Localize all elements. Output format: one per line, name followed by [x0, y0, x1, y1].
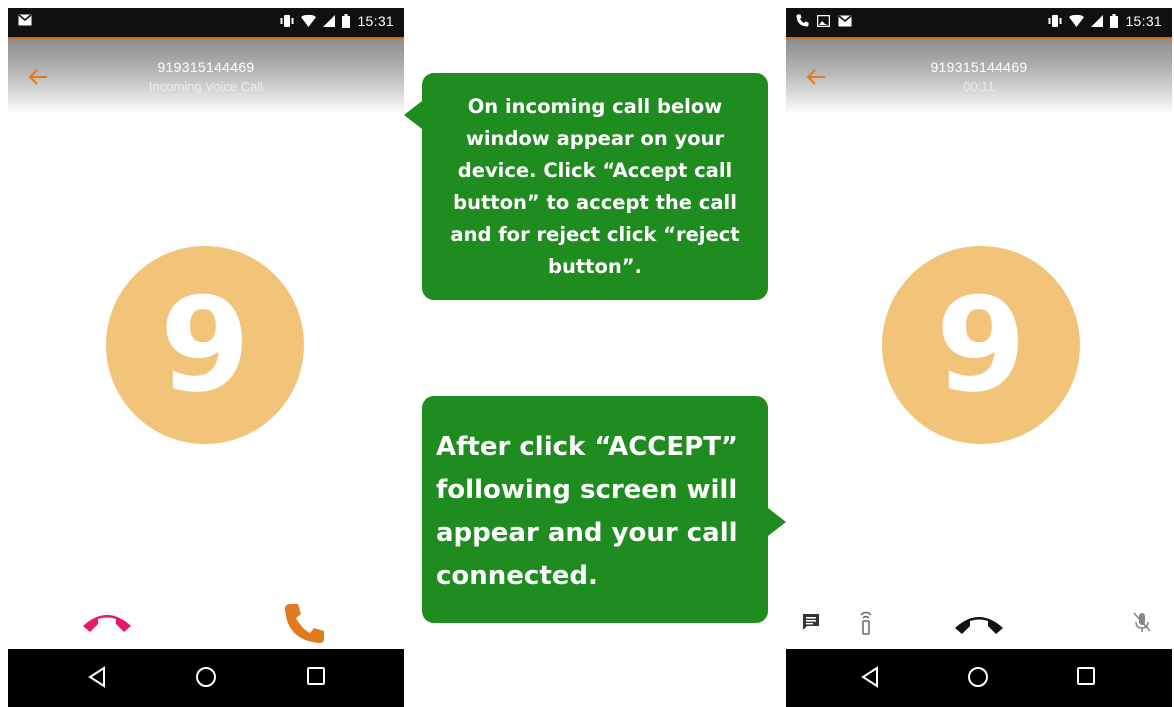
status-time: 15:31 [1125, 13, 1162, 29]
reject-call-button[interactable] [80, 608, 134, 634]
back-triangle-icon[interactable] [87, 666, 107, 688]
caller-avatar: 9 [882, 246, 1080, 444]
back-triangle-icon[interactable] [860, 666, 880, 688]
chat-icon[interactable] [801, 612, 821, 632]
speaker-icon[interactable] [858, 610, 874, 636]
call-status-label: Incoming Voice Call [148, 79, 264, 94]
vibrate-icon [1048, 15, 1062, 27]
status-bar: 15:31 [8, 8, 404, 37]
battery-icon [1110, 14, 1119, 28]
navigation-bar [8, 649, 404, 707]
incoming-call-screen: 15:31 919315144469 Incoming Voice Call 9 [8, 8, 404, 707]
vibrate-icon [280, 15, 294, 27]
caller-number: 919315144469 [930, 59, 1028, 75]
call-header: 919315144469 00:11 [786, 39, 1172, 114]
caller-avatar: 9 [106, 246, 304, 444]
mail-icon [838, 14, 852, 26]
mute-icon[interactable] [1132, 611, 1152, 635]
wifi-icon [1069, 15, 1085, 27]
wifi-icon [301, 15, 317, 27]
avatar-letter: 9 [935, 269, 1027, 421]
caller-number: 919315144469 [157, 59, 255, 75]
recents-square-icon[interactable] [1076, 666, 1096, 686]
home-circle-icon[interactable] [195, 666, 217, 688]
status-time: 15:31 [357, 13, 394, 29]
accept-call-callout: After click “ACCEPT” following screen wi… [422, 396, 786, 623]
navigation-bar [786, 649, 1172, 707]
active-call-screen: 15:31 919315144469 00:11 9 [786, 8, 1172, 707]
signal-icon [1091, 15, 1104, 27]
incoming-call-callout-text: On incoming call below window appear on … [450, 95, 740, 278]
battery-icon [342, 14, 351, 28]
mail-icon [18, 14, 32, 26]
signal-icon [323, 15, 336, 27]
avatar-letter: 9 [159, 269, 251, 421]
call-timer: 00:11 [963, 79, 995, 94]
phone-icon [796, 14, 809, 27]
recents-square-icon[interactable] [306, 666, 326, 686]
status-bar: 15:31 [786, 8, 1172, 37]
image-icon [817, 14, 830, 27]
incoming-call-callout: On incoming call below window appear on … [404, 73, 768, 300]
accept-call-button[interactable] [284, 602, 326, 644]
accept-call-callout-text: After click “ACCEPT” following screen wi… [436, 432, 739, 591]
end-call-button[interactable] [952, 610, 1006, 636]
call-header: 919315144469 Incoming Voice Call [8, 39, 404, 114]
home-circle-icon[interactable] [967, 666, 989, 688]
